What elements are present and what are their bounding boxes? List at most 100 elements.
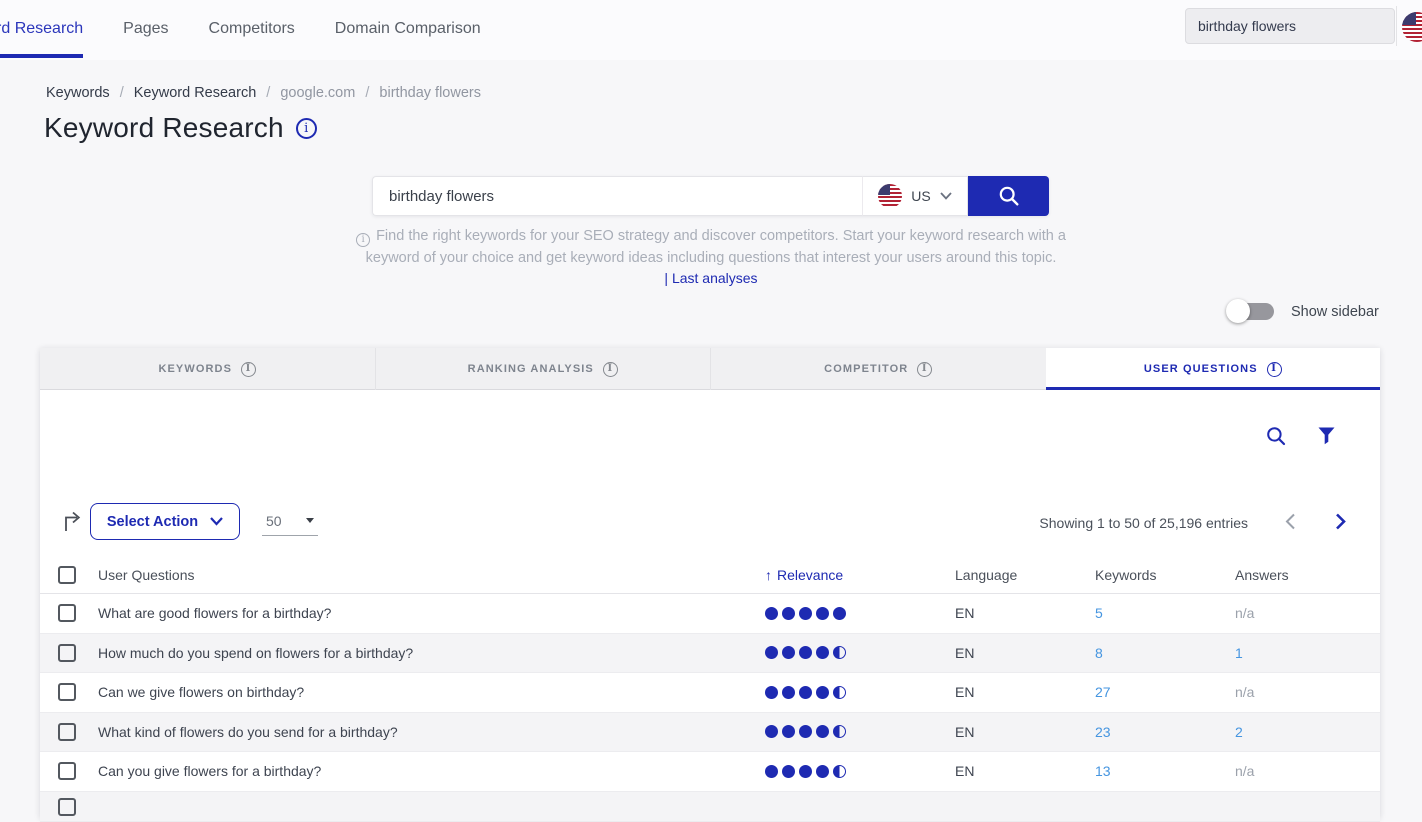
breadcrumb-keywords[interactable]: Keywords [46,85,110,101]
nav-item-keyword-research[interactable]: Keyword Research [0,0,83,58]
relevance-dot [799,725,812,738]
relevance-dots [765,607,846,620]
us-flag-icon [878,184,902,208]
tab-info-icon[interactable] [917,362,932,377]
header-answers: Answers [1235,567,1380,583]
search-button[interactable] [968,176,1049,216]
table-row: What kind of flowers do you send for a b… [40,713,1380,753]
breadcrumb-domain[interactable]: google.com [280,85,355,101]
breadcrumb-separator: / [120,85,124,101]
breadcrumb-current-keyword: birthday flowers [379,85,481,101]
table-toolbar: Select Action 50 Showing 1 to 50 of 25,1… [40,503,1380,541]
keywords-link[interactable]: 27 [1095,684,1111,700]
question-text: Can we give flowers on birthday? [98,684,765,700]
relevance-dot [799,765,812,778]
tab-keywords[interactable]: KEYWORDS [40,348,375,390]
toggle-knob [1226,299,1250,323]
tab-info-icon[interactable] [241,362,256,377]
keywords-link[interactable]: 23 [1095,724,1111,740]
relevance-dot [765,607,778,620]
tab-user-questions[interactable]: USER QUESTIONS [1046,348,1381,390]
pagination-prev-icon[interactable] [1285,513,1296,530]
relevance-dot [833,765,846,778]
select-action-button[interactable]: Select Action [90,503,240,540]
table-row: How much do you spend on flowers for a b… [40,634,1380,674]
answers-value: n/a [1235,684,1254,700]
keyword-search-bar: US [372,176,1049,216]
language-value: EN [955,763,1095,779]
page-title: Keyword Research [44,112,284,144]
country-selector[interactable]: US [862,176,968,216]
tab-label: COMPETITOR [824,363,908,375]
export-icon[interactable] [62,510,84,533]
show-sidebar-toggle[interactable] [1228,303,1274,320]
header-keywords: Keywords [1095,567,1235,583]
user-questions-table: User Questions Relevance Language Keywor… [40,557,1380,822]
relevance-dot [765,725,778,738]
language-value: EN [955,684,1095,700]
tab-bar: KEYWORDS RANKING ANALYSIS COMPETITOR USE… [40,348,1380,390]
language-value: EN [955,605,1095,621]
tab-label: USER QUESTIONS [1144,363,1258,375]
tab-competitor[interactable]: COMPETITOR [710,348,1046,390]
breadcrumb: Keywords / Keyword Research / google.com… [46,85,481,101]
answers-value[interactable]: 2 [1235,724,1243,740]
relevance-dot [799,646,812,659]
info-icon [356,233,370,247]
results-panel: KEYWORDS RANKING ANALYSIS COMPETITOR USE… [40,348,1380,818]
row-checkbox[interactable] [58,683,76,701]
table-header: User Questions Relevance Language Keywor… [40,557,1380,594]
relevance-dot [816,725,829,738]
row-checkbox[interactable] [58,644,76,662]
select-action-label: Select Action [107,514,198,530]
answers-value[interactable]: 1 [1235,645,1243,661]
nav-item-competitors[interactable]: Competitors [209,0,295,58]
table-search-icon[interactable] [1266,426,1286,446]
relevance-dot [833,646,846,659]
breadcrumb-separator: / [365,85,369,101]
tab-ranking-analysis[interactable]: RANKING ANALYSIS [375,348,711,390]
row-checkbox[interactable] [58,604,76,622]
relevance-dots [765,686,846,699]
country-code: US [911,188,930,204]
relevance-dot [765,686,778,699]
pagination-next-icon[interactable] [1335,513,1346,530]
tab-info-icon[interactable] [603,362,618,377]
sort-asc-icon [765,567,772,583]
keywords-link[interactable]: 13 [1095,763,1111,779]
row-checkbox[interactable] [58,723,76,741]
table-row: Can you give flowers for a birthday? EN … [40,752,1380,792]
relevance-dot [765,765,778,778]
nav-item-pages[interactable]: Pages [123,0,168,58]
row-checkbox[interactable] [58,798,76,816]
keyword-search-input[interactable] [372,176,862,216]
tab-info-icon[interactable] [1267,362,1282,377]
select-all-checkbox[interactable] [58,566,76,584]
question-text: How much do you spend on flowers for a b… [98,645,765,661]
tool-description: Find the right keywords for your SEO str… [311,225,1111,269]
relevance-dots [765,725,846,738]
header-us-flag-icon[interactable] [1402,12,1422,42]
page-size-value: 50 [266,513,282,529]
relevance-dot [782,646,795,659]
relevance-dot [833,686,846,699]
tab-label: KEYWORDS [158,363,232,375]
relevance-dot [765,646,778,659]
title-info-icon[interactable] [296,118,317,139]
keywords-link[interactable]: 8 [1095,645,1103,661]
page-size-select[interactable]: 50 [262,506,318,536]
show-sidebar-label: Show sidebar [1291,304,1379,320]
header-relevance[interactable]: Relevance [765,567,843,583]
nav-item-domain-comparison[interactable]: Domain Comparison [335,0,481,58]
breadcrumb-keyword-research[interactable]: Keyword Research [134,85,257,101]
relevance-dot [816,686,829,699]
last-analyses-link[interactable]: | Last analyses [311,270,1111,286]
entries-count: Showing 1 to 50 of 25,196 entries [1039,515,1248,531]
relevance-dot [782,607,795,620]
filter-icon[interactable] [1318,427,1335,445]
relevance-dot [799,607,812,620]
relevance-dot [833,607,846,620]
keywords-link[interactable]: 5 [1095,605,1103,621]
row-checkbox[interactable] [58,762,76,780]
header-search-input[interactable] [1185,8,1395,44]
